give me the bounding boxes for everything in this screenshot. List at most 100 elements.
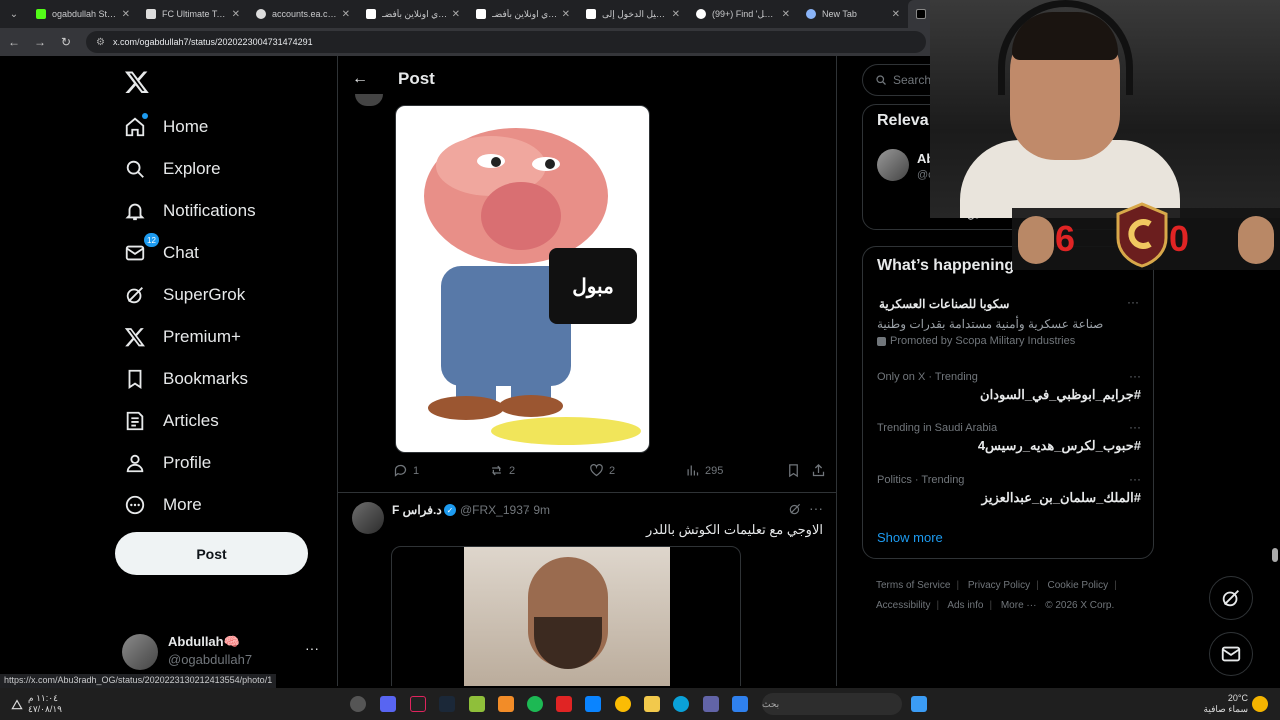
views-button[interactable]: 295 [685,463,723,478]
avatar[interactable] [352,502,384,534]
more-icon[interactable]: ··· [1129,420,1141,434]
reply-post[interactable]: F د.فراس ✓ @FRX_1937 · 9m ··· الاوجي مع … [338,496,836,686]
account-switcher[interactable]: Abdullah🧠 @ogabdullah7 ··· [122,630,327,670]
discord-icon[interactable] [380,696,396,712]
nav-item-bookmarks[interactable]: Bookmarks [124,364,248,394]
site-info-icon[interactable]: ⚙ [96,37,105,48]
author-handle[interactable]: @FRX_1937 [460,503,530,517]
game-icon[interactable] [469,696,485,712]
tab-search-menu[interactable]: ⌄ [0,0,28,28]
bookmark-button[interactable] [786,463,806,478]
folder-icon[interactable] [644,696,660,712]
url-input[interactable]: ⚙ x.com/ogabdullah7/status/20202230047314… [86,31,926,53]
steam-icon[interactable] [439,696,455,712]
webcam-overlay [930,0,1280,218]
author-name[interactable]: F د.فراس [392,503,442,517]
weather-widget[interactable]: 20°C سماء صافية [1200,693,1248,715]
browser-tab[interactable]: New Tab ✕ [798,0,908,28]
show-more-link[interactable]: Show more [877,530,943,545]
verified-badge-icon: ✓ [444,504,456,516]
browser-tab[interactable]: اشتري اونلاين بأفضـ ✕ [468,0,578,28]
footer-link[interactable]: More ··· [1001,600,1037,611]
footer-link[interactable]: Terms of Service [876,580,950,591]
x-logo-icon[interactable] [124,69,150,95]
close-icon[interactable]: ✕ [672,9,680,20]
app-icon[interactable] [556,696,572,712]
promoted-trend-name[interactable]: سكوبا للصناعات العسكرية [879,297,1009,311]
spotify-icon[interactable] [527,696,543,712]
windows-start-icon[interactable] [911,696,927,712]
taskbar-search[interactable]: بحث [762,693,902,715]
browser-tab[interactable]: FC Ultimate Team ✕ [138,0,248,28]
main-column: ← Post مبول 1 2 2 295 F د.فراس ✓ @FRX_19… [337,56,837,686]
obs-icon[interactable] [350,696,366,712]
close-icon[interactable]: ✕ [452,9,460,20]
more-icon[interactable]: ··· [305,640,319,656]
nav-item-notifications[interactable]: Notifications [124,196,256,226]
post-button[interactable]: Post [115,532,308,575]
taskbar-clock[interactable]: ١١:٠٤ م ٤٧/٠٨/١٩ [28,693,62,715]
grok-icon[interactable] [788,502,802,516]
store-icon[interactable] [585,696,601,712]
back-arrow-icon[interactable]: ← [352,70,368,88]
reload-icon[interactable]: ↻ [54,30,78,54]
more-icon[interactable]: ··· [809,500,823,516]
more-icon[interactable]: ··· [1129,472,1141,486]
nav-item-premium[interactable]: Premium+ [124,322,241,352]
close-icon[interactable]: ✕ [122,9,130,20]
grok-float-button[interactable] [1209,576,1253,620]
post-actions: 1 2 2 295 [393,463,833,483]
close-icon[interactable]: ✕ [232,9,240,20]
post-image[interactable]: مبول [395,105,650,453]
network-icon[interactable] [10,697,24,711]
avatar[interactable] [355,94,383,106]
url-text: x.com/ogabdullah7/status/202022300473147… [112,37,313,47]
x-app-icon[interactable] [410,696,426,712]
nav-item-profile[interactable]: Profile [124,448,211,478]
post-time[interactable]: · 9m [526,503,550,517]
more-icon[interactable]: ··· [1129,369,1141,383]
post-video[interactable] [391,546,741,686]
nav-item-chat[interactable]: 12 Chat [124,233,199,268]
footer-link[interactable]: Cookie Policy [1048,580,1109,591]
browser-tab[interactable]: تسجيل الدخول إلى ✕ [578,0,688,28]
nav-item-explore[interactable]: Explore [124,154,221,184]
footer-link[interactable]: Accessibility [876,600,930,611]
browser-tab[interactable]: (99+) Find 'التشل' ✕ [688,0,798,28]
like-button[interactable]: 2 [589,463,615,478]
footer-link[interactable]: Ads info [947,600,983,611]
store-icon [366,9,376,19]
player-right-avatar [1238,216,1274,264]
chrome-icon[interactable] [615,696,631,712]
browser-tab[interactable]: accounts.ea.com ✕ [248,0,358,28]
close-icon[interactable]: ✕ [342,9,350,20]
app-icon[interactable] [498,696,514,712]
browser-tab[interactable]: ogabdullah Stream ✕ [28,0,138,28]
share-button[interactable] [811,463,831,478]
nav-item-supergrok[interactable]: SuperGrok [124,280,245,310]
footer-link[interactable]: Privacy Policy [968,580,1030,591]
repost-button[interactable]: 2 [489,463,515,478]
close-icon[interactable]: ✕ [782,9,790,20]
trend-item[interactable]: Politics · Trending #الملك_سلمان_بن_عبدا… [877,472,1141,506]
nav-item-articles[interactable]: Articles [124,406,219,436]
messages-float-button[interactable] [1209,632,1253,676]
back-icon[interactable]: ← [2,30,26,54]
close-icon[interactable]: ✕ [892,9,900,20]
scrollbar-thumb[interactable] [1272,548,1278,562]
trend-item[interactable]: Only on X · Trending #جرايم_ابوظبي_في_ال… [877,369,1141,403]
reply-button[interactable]: 1 [393,463,419,478]
panel-title: Releva [877,112,929,129]
browser-tab[interactable]: اشتري اونلاين بأفضـ ✕ [358,0,468,28]
teams-icon[interactable] [703,696,719,712]
nav-item-home[interactable]: Home [124,112,208,142]
edge-icon[interactable] [673,696,689,712]
close-icon[interactable]: ✕ [562,9,570,20]
nav-item-more[interactable]: More [124,490,202,520]
trend-item[interactable]: Trending in Saudi Arabia #حبوب_لكرس_هديه… [877,420,1141,454]
avatar[interactable] [877,149,909,181]
forward-icon[interactable]: → [28,30,52,54]
page-title: Post [398,69,435,88]
more-icon[interactable]: ··· [1127,295,1139,309]
app-icon[interactable] [732,696,748,712]
